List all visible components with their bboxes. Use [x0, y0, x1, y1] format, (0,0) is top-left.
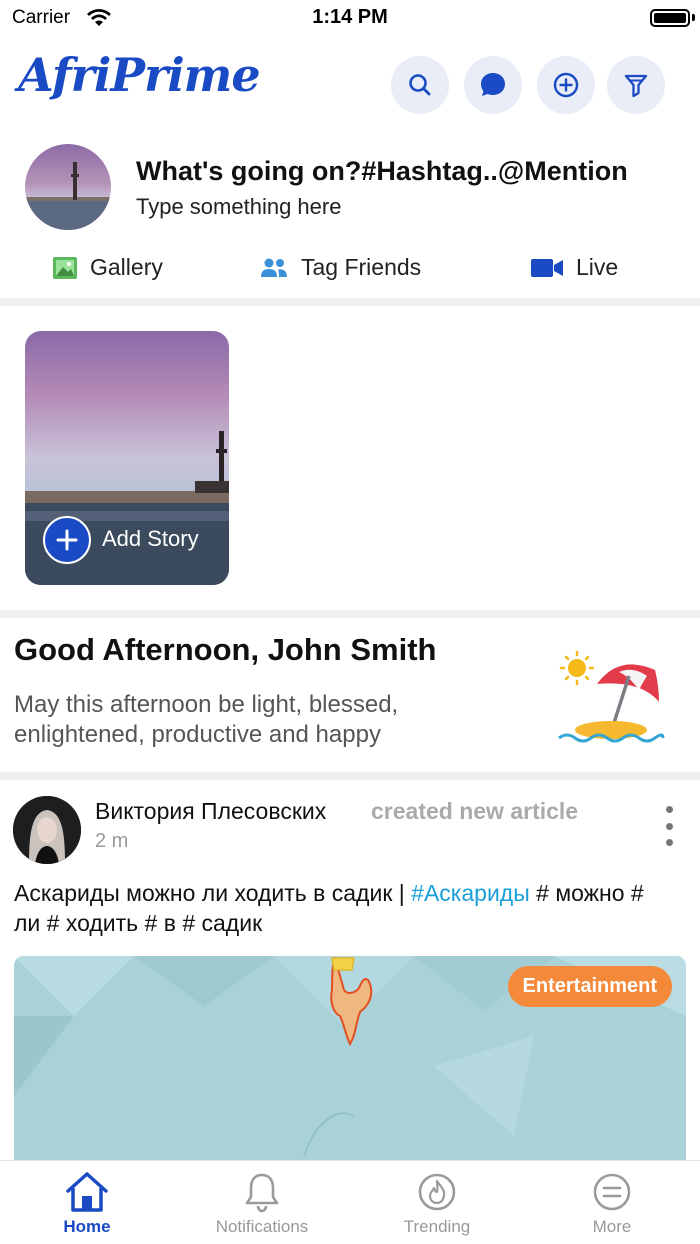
bottom-tab-bar: Home Notifications Trending More: [0, 1160, 700, 1244]
greeting-title: Good Afternoon, John Smith: [14, 632, 437, 667]
feed-post: Виктория Плесовских created new article …: [0, 780, 700, 1186]
gallery-button[interactable]: Gallery: [52, 254, 163, 281]
tab-trending[interactable]: Trending: [357, 1171, 517, 1237]
tab-notifications[interactable]: Notifications: [182, 1171, 342, 1237]
home-icon: [66, 1172, 108, 1212]
create-icon: [553, 72, 579, 98]
post-text-start: Аскариды можно ли ходить в садик |: [14, 880, 412, 906]
post-image[interactable]: Entertainment: [14, 956, 686, 1186]
post-hashtag-link[interactable]: #Аскариды: [411, 880, 530, 906]
app-header: AfriPrime: [0, 36, 700, 136]
tab-more[interactable]: More: [532, 1171, 692, 1237]
composer-input[interactable]: Type something here: [136, 194, 341, 220]
add-story-card[interactable]: Add Story: [25, 331, 229, 585]
menu-icon: [593, 1173, 631, 1211]
live-label: Live: [576, 254, 619, 280]
add-story-label: Add Story: [102, 526, 199, 551]
messages-icon: [481, 73, 505, 96]
battery-tip: [692, 14, 695, 21]
plus-icon: [56, 529, 78, 551]
messages-button[interactable]: [464, 56, 522, 114]
tab-home[interactable]: Home: [7, 1171, 167, 1237]
beach-umbrella-icon: [558, 650, 665, 743]
gallery-icon: [53, 256, 77, 279]
post-action-text: created new article: [371, 798, 579, 824]
post-body: Аскариды можно ли ходить в садик | #Аска…: [14, 878, 654, 938]
tab-home-label: Home: [63, 1217, 111, 1236]
bell-icon: [245, 1173, 279, 1213]
post-author-name[interactable]: Виктория Плесовских: [95, 798, 326, 825]
filter-icon: [624, 74, 648, 98]
search-button[interactable]: [391, 56, 449, 114]
post-author-avatar[interactable]: [13, 796, 81, 864]
user-avatar[interactable]: [25, 144, 111, 230]
search-icon: [409, 74, 431, 96]
composer-prompt[interactable]: What's going on?#Hashtag..@Mention: [136, 156, 628, 187]
video-icon: [531, 258, 563, 277]
greeting-card: Good Afternoon, John Smith May this afte…: [0, 618, 700, 772]
tab-more-label: More: [592, 1217, 632, 1236]
greeting-message: May this afternoon be light, blessed, en…: [14, 691, 399, 748]
stories-section: Add Story: [0, 306, 700, 610]
status-time: 1:14 PM: [312, 6, 388, 28]
category-badge[interactable]: Entertainment: [507, 966, 672, 1007]
filter-button[interactable]: [607, 56, 665, 114]
tab-trending-label: Trending: [403, 1217, 471, 1236]
tag-friends-label: Tag Friends: [301, 254, 422, 280]
tab-notifications-label: Notifications: [215, 1217, 309, 1236]
app-logo[interactable]: AfriPrime: [18, 48, 261, 102]
flame-icon: [418, 1173, 456, 1211]
post-timestamp: 2 m: [95, 830, 129, 852]
status-bar: Carrier 1:14 PM: [0, 0, 700, 36]
more-options-icon[interactable]: [658, 806, 680, 846]
tag-friends-button[interactable]: Tag Friends: [259, 254, 421, 281]
tag-friends-icon: [261, 258, 287, 277]
battery-icon: [650, 9, 690, 27]
post-composer: What's going on?#Hashtag..@Mention Type …: [0, 136, 700, 298]
gallery-label: Gallery: [90, 254, 163, 280]
add-story-button[interactable]: [43, 516, 91, 564]
live-button[interactable]: Live: [530, 254, 618, 281]
create-button[interactable]: [537, 56, 595, 114]
